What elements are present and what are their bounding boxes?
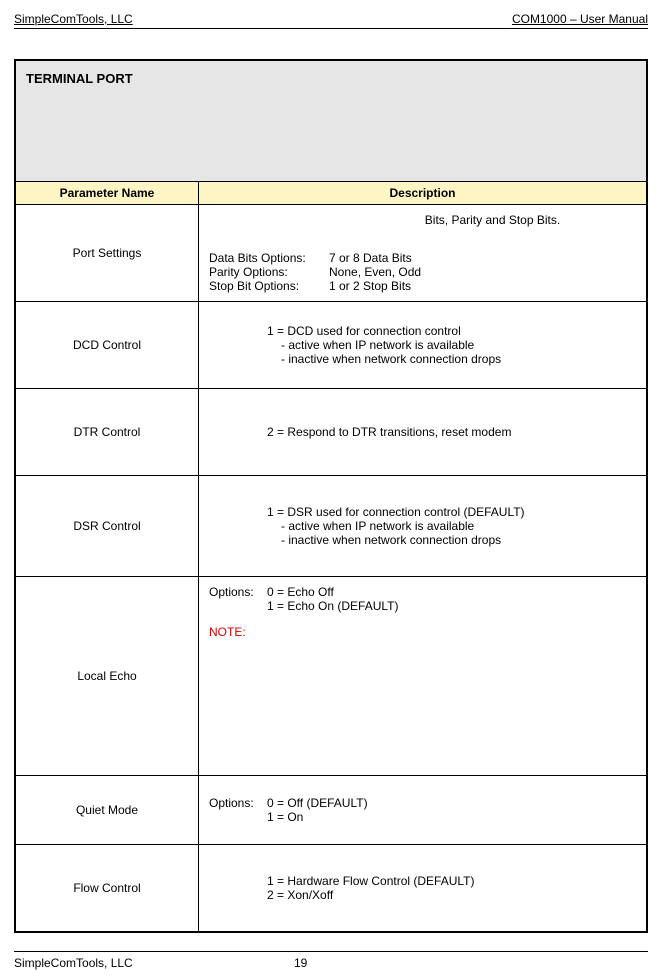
row-port-settings: Port Settings Bits, Parity and Stop Bits… [15, 205, 647, 302]
param-quiet: Quiet Mode [15, 776, 199, 845]
flow-line-2: 2 = Xon/Xoff [209, 888, 636, 902]
dcd-line-3: - inactive when network connection drops [209, 352, 636, 366]
value-data-bits: 7 or 8 Data Bits [329, 251, 412, 265]
echo-opt-0: 0 = Echo Off [267, 585, 334, 599]
value-stop-bit: 1 or 2 Stop Bits [329, 279, 411, 293]
label-stop-bit: Stop Bit Options: [209, 279, 329, 293]
desc-dcd: 1 = DCD used for connection control - ac… [199, 302, 648, 389]
quiet-opt-1: 1 = On [267, 810, 303, 824]
col-description: Description [199, 182, 648, 205]
header-company: SimpleComTools, LLC [14, 12, 133, 26]
echo-opt-1: 1 = Echo On (DEFAULT) [267, 599, 399, 613]
desc-flow: 1 = Hardware Flow Control (DEFAULT) 2 = … [199, 845, 648, 933]
value-parity: None, Even, Odd [329, 265, 421, 279]
param-port-settings: Port Settings [15, 205, 199, 302]
desc-dtr: 2 = Respond to DTR transitions, reset mo… [199, 389, 648, 476]
row-quiet-mode: Quiet Mode Options:0 = Off (DEFAULT) 1 =… [15, 776, 647, 845]
row-dtr-control: DTR Control 2 = Respond to DTR transitio… [15, 389, 647, 476]
row-dcd-control: DCD Control 1 = DCD used for connection … [15, 302, 647, 389]
row-dsr-control: DSR Control 1 = DSR used for connection … [15, 476, 647, 577]
quiet-opt-0: 0 = Off (DEFAULT) [267, 796, 368, 810]
param-dcd: DCD Control [15, 302, 199, 389]
header-doc-title: COM1000 – User Manual [512, 12, 648, 26]
param-flow: Flow Control [15, 845, 199, 933]
desc-port-settings: Bits, Parity and Stop Bits. Data Bits Op… [199, 205, 648, 302]
terminal-port-table: TERMINAL PORT Parameter Name Description… [14, 59, 648, 933]
param-dtr: DTR Control [15, 389, 199, 476]
section-title: TERMINAL PORT [15, 60, 647, 182]
dsr-line-2: - active when IP network is available [209, 519, 636, 533]
dsr-line-1: 1 = DSR used for connection control (DEF… [209, 505, 636, 519]
footer-company: SimpleComTools, LLC [14, 956, 294, 970]
echo-note: NOTE: [209, 625, 636, 639]
port-settings-heading: Bits, Parity and Stop Bits. [209, 213, 636, 251]
desc-quiet: Options:0 = Off (DEFAULT) 1 = On [199, 776, 648, 845]
row-local-echo: Local Echo Options:0 = Echo Off 1 = Echo… [15, 577, 647, 776]
quiet-options-label: Options: [209, 796, 267, 810]
footer-page-number: 19 [294, 956, 307, 970]
dcd-line-1: 1 = DCD used for connection control [209, 324, 636, 338]
page-footer: SimpleComTools, LLC 19 [14, 951, 648, 970]
param-local-echo: Local Echo [15, 577, 199, 776]
param-dsr: DSR Control [15, 476, 199, 577]
flow-line-1: 1 = Hardware Flow Control (DEFAULT) [209, 874, 636, 888]
page-header: SimpleComTools, LLC COM1000 – User Manua… [14, 12, 648, 29]
desc-dsr: 1 = DSR used for connection control (DEF… [199, 476, 648, 577]
dsr-line-3: - inactive when network connection drops [209, 533, 636, 547]
dcd-line-2: - active when IP network is available [209, 338, 636, 352]
dtr-line-1: 2 = Respond to DTR transitions, reset mo… [209, 425, 636, 439]
col-parameter-name: Parameter Name [15, 182, 199, 205]
desc-local-echo: Options:0 = Echo Off 1 = Echo On (DEFAUL… [199, 577, 648, 776]
row-flow-control: Flow Control 1 = Hardware Flow Control (… [15, 845, 647, 933]
echo-options-label: Options: [209, 585, 267, 599]
label-parity: Parity Options: [209, 265, 329, 279]
label-data-bits: Data Bits Options: [209, 251, 329, 265]
